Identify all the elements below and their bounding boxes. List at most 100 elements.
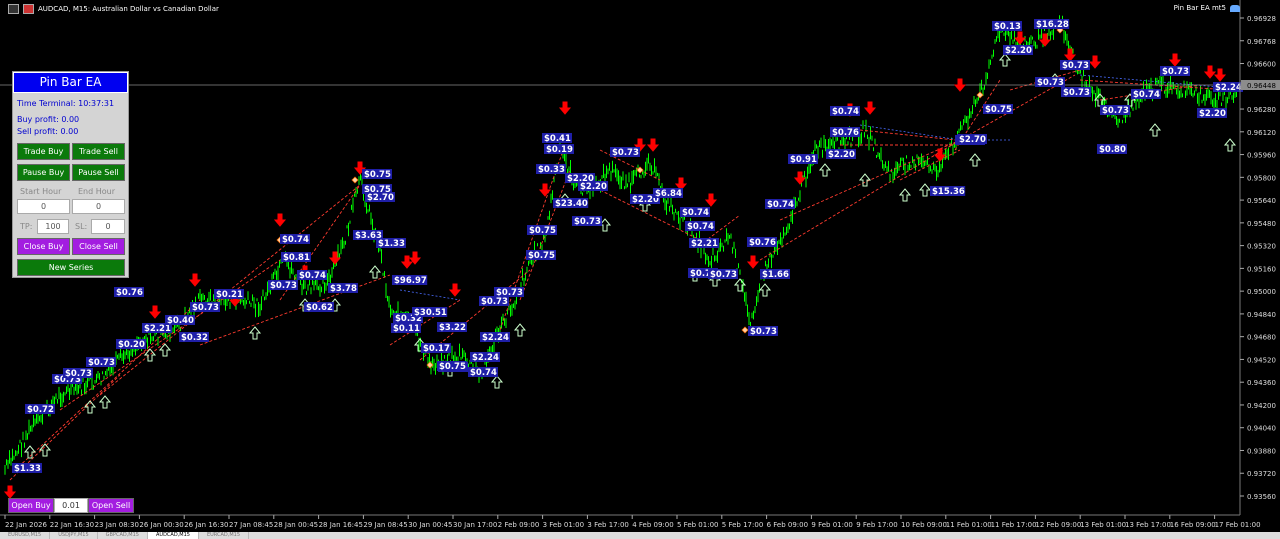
profit-label: $0.32 [181,333,208,343]
pause-buy-button[interactable]: Pause Buy [17,164,70,181]
price-tick-label: 0.93560 [1247,493,1276,501]
trade-sell-button[interactable]: Trade Sell [72,143,125,160]
sl-field[interactable]: 0 [91,219,125,234]
profit-label: $0.40 [167,316,194,326]
time-tick-label: 16 Feb 09:00 [1170,521,1216,529]
time-tick-label: 27 Jan 08:45 [229,521,273,529]
pause-sell-button[interactable]: Pause Sell [72,164,125,181]
profit-label: $0.75 [364,170,391,180]
time-tick-label: 29 Jan 08:45 [363,521,407,529]
profit-label: $0.75 [528,251,555,261]
open-buy-button[interactable]: Open Buy [8,498,54,513]
profit-label: $0.74 [687,222,714,232]
profit-label: $0.33 [538,165,565,175]
sl-label: SL: [75,222,88,231]
chart-tab[interactable]: EURUSD,M15 [0,532,51,539]
time-tick-label: 30 Jan 00:45 [408,521,452,529]
profit-label: $2.20 [1199,109,1226,119]
profit-label: $0.73 [612,148,639,158]
time-tick-label: 4 Feb 09:00 [632,521,673,529]
time-tick-label: 3 Feb 17:00 [587,521,628,529]
price-tick-label: 0.94840 [1247,311,1276,319]
time-tick-label: 5 Feb 17:00 [722,521,763,529]
open-sell-button[interactable]: Open Sell [88,498,134,513]
profit-label: $0.72 [27,405,54,415]
time-tick-label: 22 Jan 16:30 [50,521,94,529]
price-tick-label: 0.95480 [1247,220,1276,228]
expert-hat-icon[interactable] [1230,4,1240,12]
price-tick-label: 0.95320 [1247,243,1276,251]
profit-label: $0.73 [1062,61,1089,71]
profit-label: $1.33 [14,464,41,474]
profit-label: $0.91 [790,155,817,165]
time-tick-label: 26 Jan 16:30 [184,521,228,529]
profit-label: $1.33 [378,239,405,249]
end-hour-field[interactable]: 0 [72,199,125,214]
profit-label: $2.24 [482,333,509,343]
time-tick-label: 9 Feb 17:00 [856,521,897,529]
current-price-label: 0.96448 [1247,82,1276,90]
chart-header: AUDCAD, M15: Australian Dollar vs Canadi… [8,4,219,14]
time-tick-label: 13 Feb 01:00 [1080,521,1126,529]
profit-label: $16.28 [1036,20,1069,30]
price-tick-label: 0.93720 [1247,470,1276,478]
start-hour-field[interactable]: 0 [17,199,70,214]
time-tick-label: 11 Feb 17:00 [991,521,1037,529]
profit-label: $0.76 [116,288,143,298]
ea-panel: Pin Bar EA Time Terminal: 10:37:31 Buy p… [12,71,129,278]
price-tick-label: 0.94680 [1247,334,1276,342]
new-series-button[interactable]: New Series [17,259,125,276]
start-hour-label: Start Hour [20,187,62,196]
profit-label: $0.75 [985,105,1012,115]
time-tick-label: 22 Jan 2026 [5,521,48,529]
profit-label: $0.73 [192,303,219,313]
profit-label: $0.13 [994,22,1021,32]
profit-label: $0.74 [832,107,859,117]
lot-size-field[interactable]: 0.01 [54,498,88,513]
tp-field[interactable]: 100 [37,219,69,234]
profit-label: $0.62 [306,303,333,313]
profit-label: $1.66 [762,270,789,280]
profit-label: $0.73 [1037,78,1064,88]
price-tick-label: 0.96928 [1247,15,1276,23]
profit-label: $23.40 [555,199,588,209]
end-hour-label: End Hour [78,187,116,196]
chart-tab[interactable]: EURCAD,M15 [199,532,250,539]
close-sell-button[interactable]: Close Sell [72,238,125,255]
panel-title[interactable]: Pin Bar EA [13,72,128,93]
time-tick-label: 28 Jan 16:45 [319,521,363,529]
profit-label: $0.75 [529,226,556,236]
chart-title: AUDCAD, M15: Australian Dollar vs Canadi… [38,5,219,13]
profit-label: $2.20 [580,182,607,192]
one-click-trading-icon[interactable] [23,4,34,14]
time-tick-label: 5 Feb 01:00 [677,521,718,529]
close-buy-button[interactable]: Close Buy [17,238,70,255]
profit-label: $0.20 [118,340,145,350]
price-tick-label: 0.94360 [1247,379,1276,387]
profit-label: $2.20 [828,150,855,160]
price-chart[interactable]: $0.72$1.33$0.73$0.73$0.73$0.20$0.76$2.21… [0,0,1280,539]
profit-label: $0.74 [470,368,497,378]
price-tick-label: 0.95160 [1247,265,1276,273]
chart-menu-icon[interactable] [8,4,19,14]
price-tick-label: 0.96600 [1247,61,1276,69]
profit-label: $0.73 [481,297,508,307]
price-tick-label: 0.96120 [1247,129,1276,137]
price-tick-label: 0.94520 [1247,356,1276,364]
time-tick-label: 10 Feb 09:00 [901,521,947,529]
profit-label: $2.24 [1215,83,1242,93]
chart-tab[interactable]: GBPCAD,M15 [98,532,148,539]
profit-label: $0.73 [496,288,523,298]
profit-label: $0.19 [546,145,573,155]
chart-tabs: EURUSD,M15 USDJPY,M15 GBPCAD,M15 AUDCAD,M15… [0,532,1280,539]
chart-tab[interactable]: USDJPY,M15 [50,532,98,539]
price-tick-label: 0.93880 [1247,447,1276,455]
chart-tab[interactable]: AUDCAD,M15 [148,532,199,539]
profit-label: $0.80 [1099,145,1126,155]
profit-label: $0.41 [544,134,571,144]
profit-label: $0.11 [393,324,420,334]
trade-buy-button[interactable]: Trade Buy [17,143,70,160]
ea-header: Pin Bar EA mt5 [1174,4,1240,12]
order-bar: Open Buy 0.01 Open Sell [8,498,134,513]
profit-label: $0.74 [282,235,309,245]
